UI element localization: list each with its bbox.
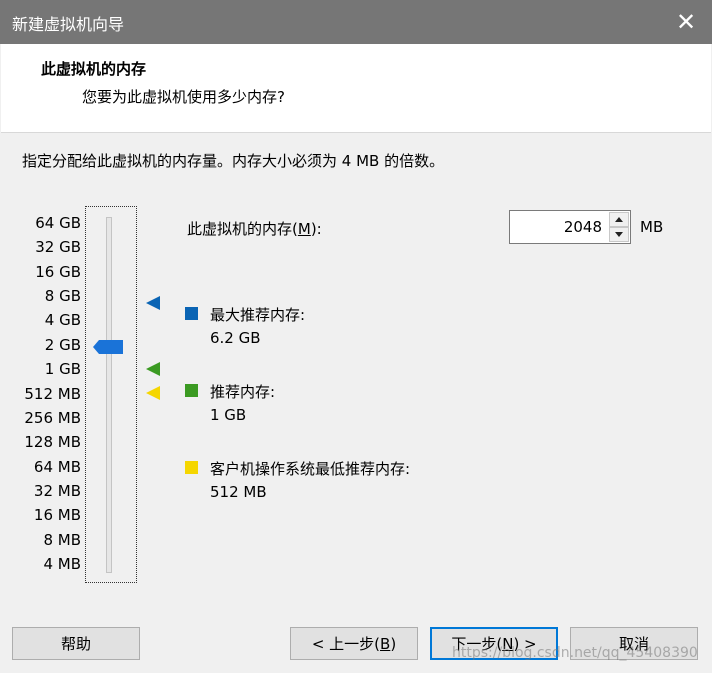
slider-thumb[interactable]	[93, 340, 123, 354]
max-recommended-swatch	[185, 307, 198, 320]
slider-tick-label: 4 GB	[44, 311, 81, 330]
recommended-value: 1 GB	[210, 406, 247, 424]
chevron-down-icon	[615, 232, 623, 237]
page-title: 此虚拟机的内存	[41, 60, 147, 78]
max-recommended-label: 最大推荐内存:	[210, 306, 306, 324]
slider-tick-label: 32 MB	[33, 481, 81, 500]
max-recommended-value: 6.2 GB	[210, 329, 261, 347]
watermark-text: https://blog.csdn.net/qq_45408390	[452, 645, 698, 661]
guest-min-marker	[146, 386, 160, 400]
spin-down-button[interactable]	[609, 227, 629, 242]
slider-tick-label: 1 GB	[44, 360, 81, 379]
slider-tick-label: 4 MB	[43, 555, 81, 574]
slider-tick-label: 16 MB	[33, 506, 81, 525]
spin-up-button[interactable]	[609, 212, 629, 227]
title-bar: 新建虚拟机向导 ✕	[0, 0, 712, 44]
recommended-swatch	[185, 384, 198, 397]
slider-tick-label: 256 MB	[24, 408, 81, 427]
slider-tick-label: 32 GB	[35, 238, 81, 257]
chevron-up-icon	[615, 217, 623, 222]
slider-tick-label: 64 GB	[35, 214, 81, 232]
close-button[interactable]: ✕	[660, 0, 712, 44]
memory-spinbox[interactable]	[509, 210, 631, 244]
memory-label-suffix: ):	[310, 220, 322, 238]
memory-slider[interactable]	[85, 206, 137, 583]
slider-tick-label: 16 GB	[35, 262, 81, 281]
slider-tick-label: 64 MB	[33, 457, 81, 476]
recommended-marker	[146, 362, 160, 376]
guest-min-label: 客户机操作系统最低推荐内存:	[210, 460, 411, 478]
memory-unit: MB	[640, 218, 664, 236]
memory-label-accesskey: M	[297, 220, 311, 238]
slider-tick-label: 2 GB	[44, 335, 81, 354]
slider-tick-label: 512 MB	[24, 384, 81, 403]
wizard-header: 此虚拟机的内存 您要为此虚拟机使用多少内存?	[1, 44, 711, 133]
guest-min-value: 512 MB	[210, 483, 267, 501]
recommended-label: 推荐内存:	[210, 383, 276, 401]
slider-tick-label: 8 MB	[43, 530, 81, 549]
slider-tick-label: 8 GB	[44, 287, 81, 306]
slider-track[interactable]	[106, 217, 112, 573]
back-button-accesskey: B	[380, 634, 391, 653]
back-button[interactable]: < 上一步(B)	[290, 627, 418, 660]
memory-label: 此虚拟机的内存(M):	[187, 218, 322, 239]
back-button-label: < 上一步(	[311, 635, 381, 653]
memory-label-text: 此虚拟机的内存(	[187, 220, 298, 238]
guest-min-swatch	[185, 461, 198, 474]
help-button[interactable]: 帮助	[12, 627, 140, 660]
back-button-suffix: )	[390, 634, 397, 653]
page-subtitle: 您要为此虚拟机使用多少内存?	[82, 88, 285, 106]
memory-input[interactable]	[510, 211, 606, 243]
instruction-text: 指定分配给此虚拟机的内存量。内存大小必须为 4 MB 的倍数。	[22, 152, 445, 170]
slider-tick-label: 128 MB	[24, 433, 81, 452]
max-recommended-marker	[146, 296, 160, 310]
window-title: 新建虚拟机向导	[12, 15, 125, 34]
close-icon: ✕	[675, 8, 697, 36]
